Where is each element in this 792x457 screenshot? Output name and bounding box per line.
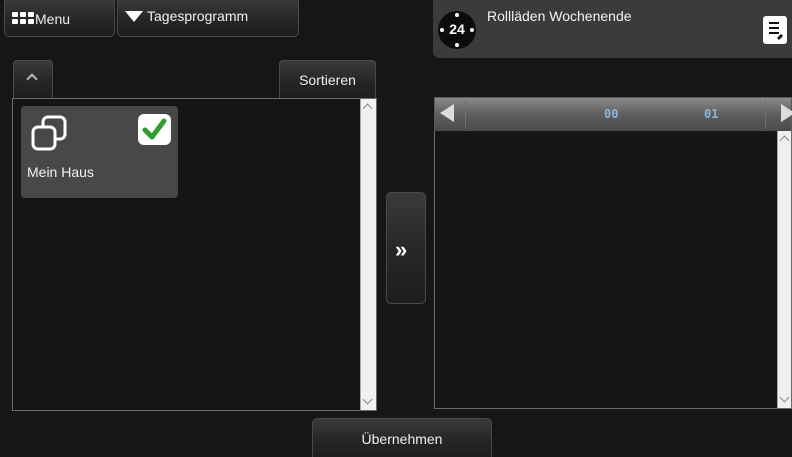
timeline-area[interactable] (434, 131, 792, 409)
apply-button[interactable]: Übernehmen (312, 418, 492, 457)
program-label: Tagesprogramm (147, 8, 249, 24)
notepad-icon[interactable] (763, 16, 787, 44)
grid-icon (12, 12, 34, 25)
timeline-next-icon[interactable] (781, 104, 792, 122)
collapse-button[interactable] (13, 60, 53, 98)
menu-label: Menu (35, 11, 71, 27)
scroll-down-icon[interactable] (779, 392, 790, 403)
sort-button[interactable]: Sortieren (279, 60, 376, 98)
sort-label: Sortieren (299, 72, 356, 88)
chevron-up-icon (26, 73, 38, 85)
selected-checkbox[interactable] (138, 114, 171, 145)
dropdown-triangle-icon (125, 11, 143, 22)
schedule-title: Rollläden Wochenende (487, 8, 632, 24)
timeline-hour-00: 00 (604, 107, 619, 121)
apply-label: Übernehmen (361, 431, 443, 447)
group-tile-mein-haus[interactable]: Mein Haus (21, 106, 178, 198)
scroll-up-icon[interactable] (362, 103, 373, 114)
scroll-up-icon[interactable] (779, 135, 790, 146)
program-dropdown[interactable]: Tagesprogramm (117, 0, 299, 37)
timeline-header: 00 01 (434, 97, 792, 132)
clock-24h-icon: 24 (438, 11, 476, 49)
scroll-down-icon[interactable] (362, 394, 373, 405)
schedule-header: 24 Rollläden Wochenende (433, 0, 792, 58)
timeline-scrollbar[interactable] (777, 131, 791, 408)
group-squares-icon (31, 115, 67, 151)
move-right-button[interactable]: » (386, 192, 426, 304)
checkmark-icon (142, 118, 167, 140)
group-list: Mein Haus (12, 98, 377, 411)
timeline-hour-01: 01 (704, 107, 719, 121)
group-list-scrollbar[interactable] (360, 99, 376, 410)
double-chevron-right-icon: » (395, 237, 408, 262)
menu-button[interactable]: Menu (4, 0, 115, 37)
timeline-prev-icon[interactable] (440, 104, 454, 122)
group-tile-label: Mein Haus (27, 164, 94, 180)
